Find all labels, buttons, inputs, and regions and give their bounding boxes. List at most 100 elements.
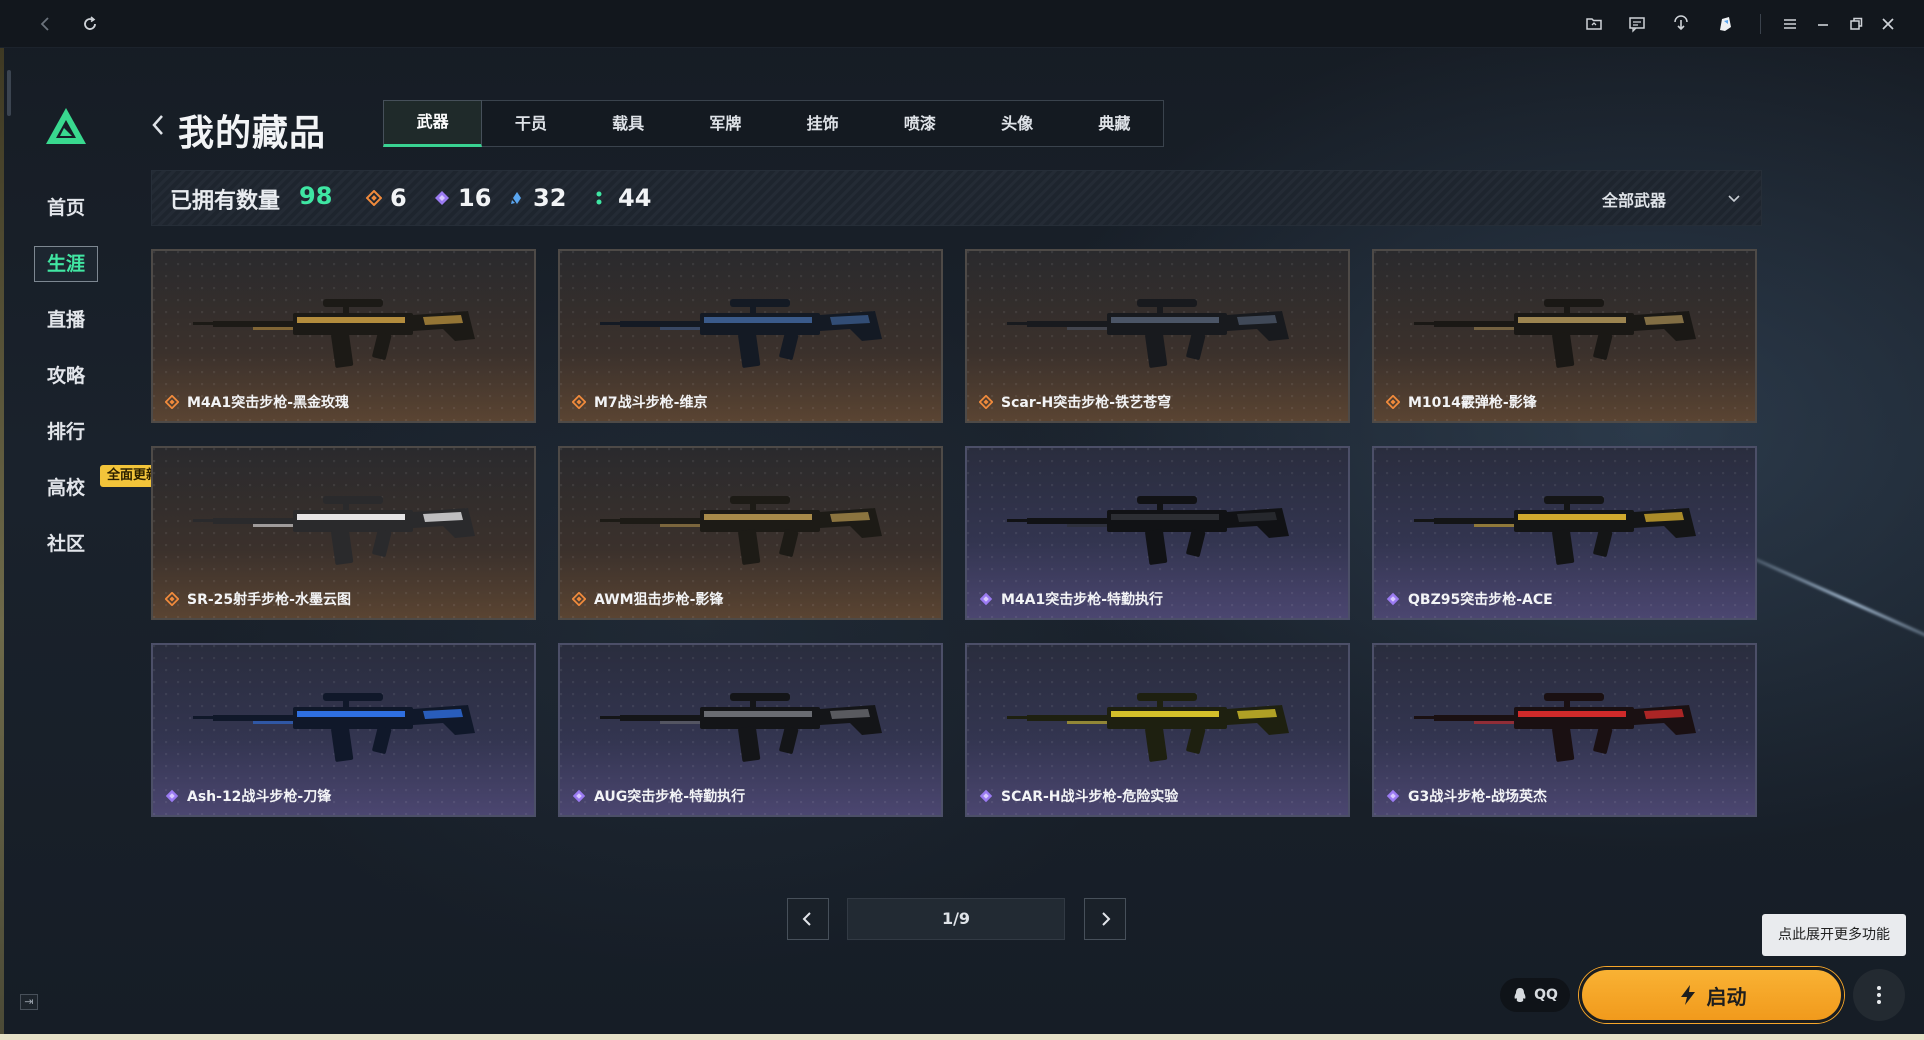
weapon-name: Ash-12战斗步枪-刀锋	[187, 789, 332, 805]
rarity-count-orange: 6	[366, 184, 407, 212]
launch-label: 启动	[1706, 984, 1747, 1009]
more-options-button[interactable]	[1853, 969, 1905, 1021]
weapon-name: M7战斗步枪-维京	[594, 395, 708, 411]
ownership-stats-bar: 已拥有数量 98 6 16 32 44 全部武器	[151, 170, 1762, 226]
sidebar-nav: 首页 生涯 直播 攻略 排行 高校 社区	[34, 190, 98, 582]
weapon-name-row: M7战斗步枪-维京	[572, 392, 707, 412]
rarity-orange-count: 6	[390, 184, 407, 212]
rarity-orange-icon	[572, 592, 586, 606]
qq-login-button[interactable]: QQ	[1500, 978, 1570, 1012]
rarity-purple-icon	[165, 789, 179, 803]
weapon-card[interactable]: QBZ95突击步枪-ACE	[1372, 446, 1757, 620]
weapon-card[interactable]: SCAR-H战斗步枪-危险实验	[965, 643, 1350, 817]
page-indicator: 1/9	[847, 898, 1065, 940]
chevron-right-icon	[1102, 912, 1111, 926]
menu-icon[interactable]	[1776, 10, 1804, 38]
weapon-name-row: G3战斗步枪-战场英杰	[1386, 786, 1547, 806]
sidebar-scrollbar[interactable]	[7, 70, 11, 116]
refresh-icon[interactable]	[76, 10, 104, 38]
app-logo[interactable]	[44, 106, 88, 146]
weapon-image	[600, 299, 882, 368]
weapon-image	[193, 299, 475, 368]
prev-page-button[interactable]	[787, 898, 829, 940]
weapon-name: M4A1突击步枪-特勤执行	[1001, 592, 1164, 608]
weapon-name-row: Scar-H突击步枪-铁艺苍穹	[979, 392, 1171, 412]
sidebar-item-home[interactable]: 首页	[34, 190, 98, 226]
weapon-name: SCAR-H战斗步枪-危险实验	[1001, 789, 1179, 805]
tab-charms[interactable]: 挂饰	[774, 101, 871, 146]
rarity-orange-icon	[979, 395, 993, 409]
weapon-card[interactable]: SR-25射手步枪-水墨云图	[151, 446, 536, 620]
sidebar-item-community[interactable]: 社区	[34, 526, 98, 562]
page-title: 我的藏品	[178, 113, 327, 154]
sidebar-item-guides[interactable]: 攻略	[34, 358, 98, 394]
weapon-image	[1414, 496, 1696, 565]
weapon-name-row: SCAR-H战斗步枪-危险实验	[979, 786, 1178, 806]
restore-icon[interactable]	[1842, 10, 1870, 38]
title-bar-separator	[1760, 14, 1761, 34]
tab-vehicles[interactable]: 载具	[580, 101, 677, 146]
title-bar	[0, 0, 1924, 48]
avatar-icon[interactable]	[1711, 10, 1739, 38]
weapon-card[interactable]: M7战斗步枪-维京	[558, 249, 943, 423]
tab-sprays[interactable]: 喷漆	[871, 101, 968, 146]
launch-game-button[interactable]: 启动	[1579, 967, 1844, 1023]
more-features-tooltip: 点此展开更多功能	[1762, 914, 1906, 956]
rarity-purple-icon	[979, 789, 993, 803]
weapon-card[interactable]: Scar-H突击步枪-铁艺苍穹	[965, 249, 1350, 423]
rarity-orange-icon	[165, 395, 179, 409]
weapon-card[interactable]: M1014霰弹枪-影锋	[1372, 249, 1757, 423]
tab-operators[interactable]: 干员	[482, 101, 579, 146]
weapon-card[interactable]: M4A1突击步枪-黑金玫瑰	[151, 249, 536, 423]
weapon-name-row: M1014霰弹枪-影锋	[1386, 392, 1537, 412]
weapon-image	[193, 693, 475, 762]
tab-avatars[interactable]: 头像	[969, 101, 1066, 146]
tab-collection[interactable]: 典藏	[1066, 101, 1163, 146]
message-icon[interactable]	[1623, 10, 1651, 38]
weapon-card[interactable]: Ash-12战斗步枪-刀锋	[151, 643, 536, 817]
rarity-purple-count: 16	[458, 184, 492, 212]
weapon-card[interactable]: AWM狙击步枪-影锋	[558, 446, 943, 620]
weapon-name-row: M4A1突击步枪-特勤执行	[979, 589, 1163, 609]
minimize-icon[interactable]	[1809, 10, 1837, 38]
weapon-image	[1414, 693, 1696, 762]
weapon-filter-dropdown[interactable]: 全部武器	[1602, 185, 1752, 213]
sidebar-item-live[interactable]: 直播	[34, 302, 98, 338]
weapon-name-row: SR-25射手步枪-水墨云图	[165, 589, 351, 609]
rarity-blue-count: 32	[533, 184, 567, 212]
weapon-name-row: AWM狙击步枪-影锋	[572, 589, 723, 609]
next-page-button[interactable]	[1084, 898, 1126, 940]
sidebar-collapse-button[interactable]: ⇥	[20, 994, 38, 1010]
close-icon[interactable]	[1874, 10, 1902, 38]
back-chevron-icon[interactable]	[150, 112, 166, 138]
tab-dog-tags[interactable]: 军牌	[677, 101, 774, 146]
sidebar-item-career[interactable]: 生涯	[34, 246, 98, 282]
weapon-name: QBZ95突击步枪-ACE	[1408, 592, 1553, 608]
weapon-name-row: QBZ95突击步枪-ACE	[1386, 589, 1553, 609]
back-icon[interactable]	[32, 10, 60, 38]
rarity-purple-icon	[435, 191, 449, 205]
folder-icon[interactable]	[1580, 10, 1608, 38]
rarity-green-icon	[596, 191, 602, 205]
rarity-orange-icon	[1386, 395, 1400, 409]
weapon-image	[193, 496, 475, 565]
weapon-image	[1007, 693, 1289, 762]
weapon-name: Scar-H突击步枪-铁艺苍穹	[1001, 395, 1172, 411]
rarity-count-blue: 32	[509, 184, 566, 212]
more-vertical-icon	[1877, 986, 1881, 1004]
weapon-name: SR-25射手步枪-水墨云图	[187, 592, 351, 608]
lightning-icon	[1680, 985, 1695, 1005]
weapon-card[interactable]: G3战斗步枪-战场英杰	[1372, 643, 1757, 817]
weapon-name: M1014霰弹枪-影锋	[1408, 395, 1537, 411]
tab-weapons[interactable]: 武器	[383, 100, 483, 147]
sidebar-item-college[interactable]: 高校	[34, 470, 98, 506]
weapon-card[interactable]: M4A1突击步枪-特勤执行	[965, 446, 1350, 620]
rarity-purple-icon	[979, 592, 993, 606]
weapon-image	[1007, 299, 1289, 368]
download-icon[interactable]	[1667, 10, 1695, 38]
rarity-blue-icon	[511, 192, 521, 204]
weapon-card[interactable]: AUG突击步枪-特勤执行	[558, 643, 943, 817]
sidebar-item-ranking[interactable]: 排行	[34, 414, 98, 450]
weapon-name: M4A1突击步枪-黑金玫瑰	[187, 395, 350, 411]
owned-count-total: 98	[299, 182, 333, 210]
